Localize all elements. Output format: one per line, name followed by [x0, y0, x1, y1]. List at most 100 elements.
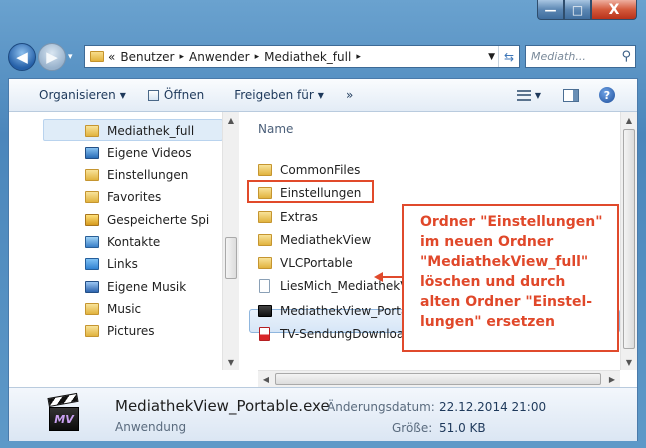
annotation-arrow-head: [374, 272, 383, 282]
file-list-item[interactable]: Extras: [258, 206, 318, 228]
open-button[interactable]: Öffnen: [147, 88, 205, 102]
forward-button[interactable]: ▶: [38, 43, 66, 71]
folder-icon: [258, 164, 272, 176]
explorer-content: Organisieren ▼ Öffnen Freigeben für ▼ » ▼ …: [8, 78, 638, 441]
recent-pages-dropdown[interactable]: ▾: [68, 52, 73, 62]
sidebar-item[interactable]: Links: [85, 253, 225, 275]
explorer-window: — □ X ◀ ▶ ▾ « Benutzer ▸ Anwender ▸ Medi…: [0, 0, 646, 448]
text-file-icon: [259, 279, 270, 293]
scroll-right-icon[interactable]: ▶: [604, 371, 620, 387]
scroll-thumb[interactable]: [225, 237, 237, 279]
sidebar-item[interactable]: Favorites: [85, 186, 225, 208]
app-icon-body: MV: [49, 407, 79, 431]
file-list-item[interactable]: VLCPortable: [258, 252, 353, 274]
preview-pane-button[interactable]: [563, 88, 579, 102]
folder-icon: [85, 325, 99, 337]
pdf-icon: [259, 327, 270, 341]
breadcrumb-separator-icon[interactable]: ▸: [180, 52, 185, 62]
search-input[interactable]: Mediath... ⚲: [525, 45, 636, 68]
folder-icon: [85, 191, 99, 203]
preview-pane-icon: [563, 88, 579, 102]
application-icon: MV: [47, 392, 81, 432]
breadcrumb-separator-icon[interactable]: ▸: [356, 52, 361, 62]
open-label: Öffnen: [163, 88, 205, 102]
file-name: VLCPortable: [280, 256, 353, 270]
back-button[interactable]: ◀: [8, 43, 36, 71]
breadcrumb-separator-icon[interactable]: ▸: [255, 52, 260, 62]
nav-pane-scrollbar[interactable]: ▲ ▼: [222, 112, 239, 370]
share-label: Freigeben für: [234, 88, 314, 102]
chevron-down-icon: ▼: [317, 90, 324, 100]
help-button[interactable]: ?: [599, 87, 615, 103]
address-bar[interactable]: « Benutzer ▸ Anwender ▸ Mediathek_full ▸…: [84, 45, 520, 68]
more-commands-button[interactable]: »: [346, 88, 353, 102]
refresh-icon[interactable]: ⇆: [498, 46, 519, 67]
sidebar-item[interactable]: Eigene Videos: [85, 142, 225, 164]
scroll-thumb[interactable]: [623, 129, 635, 349]
folder-icon: [85, 303, 99, 315]
scroll-up-icon[interactable]: ▲: [223, 112, 239, 128]
folder-icon: [85, 169, 99, 181]
callout-line: im neuen Ordner: [420, 234, 554, 250]
saved-games-icon: [85, 214, 99, 226]
maximize-button[interactable]: □: [564, 0, 591, 20]
scroll-down-icon[interactable]: ▼: [621, 354, 637, 370]
scroll-up-icon[interactable]: ▲: [621, 112, 637, 128]
address-history-dropdown[interactable]: ▼: [488, 52, 495, 62]
change-view-button[interactable]: ▼: [516, 89, 541, 101]
folder-icon: [258, 211, 272, 223]
breadcrumb-benutzer[interactable]: Benutzer: [120, 50, 174, 64]
navigation-pane: Mediathek_full Eigene Videos Einstellungen…: [9, 112, 239, 372]
scroll-thumb[interactable]: [275, 373, 601, 385]
breadcrumb-overflow[interactable]: «: [108, 50, 115, 64]
chevron-down-icon: ▼: [119, 90, 126, 100]
search-placeholder: Mediath...: [531, 50, 586, 63]
close-button[interactable]: X: [591, 0, 637, 20]
details-filename: MediathekView_Portable.exe: [115, 397, 330, 415]
callout-line: "MediathekView_full": [420, 254, 589, 270]
details-file-type: Anwendung: [115, 420, 187, 434]
scroll-down-icon[interactable]: ▼: [223, 354, 239, 370]
sidebar-item[interactable]: Gespeicherte Spi: [85, 209, 225, 231]
views-icon: [516, 89, 531, 101]
folder-icon: [258, 234, 272, 246]
sidebar-item[interactable]: Pictures: [85, 320, 225, 342]
file-list-item[interactable]: MediathekView: [258, 229, 371, 251]
exe-icon: [258, 305, 272, 317]
annotation-arrow: [382, 276, 404, 278]
details-size-label: Größe:: [392, 421, 433, 435]
sidebar-item[interactable]: Kontakte: [85, 231, 225, 253]
file-list-scrollbar[interactable]: ▲ ▼: [620, 112, 637, 370]
column-header-name[interactable]: Name: [258, 122, 293, 136]
scroll-left-icon[interactable]: ◀: [258, 371, 274, 387]
sidebar-item[interactable]: Einstellungen: [85, 164, 225, 186]
sidebar-item[interactable]: Eigene Musik: [85, 276, 225, 298]
breadcrumb-mediathek-full[interactable]: Mediathek_full: [264, 50, 351, 64]
sidebar-item[interactable]: Music: [85, 298, 225, 320]
search-icon[interactable]: ⚲: [621, 49, 631, 64]
sidebar-item-label: Links: [107, 257, 138, 271]
sidebar-item-label: Eigene Musik: [107, 280, 187, 294]
file-name: Extras: [280, 210, 318, 224]
sidebar-item[interactable]: Mediathek_full: [85, 120, 225, 142]
folder-icon: [90, 51, 104, 62]
file-list-item[interactable]: CommonFiles: [258, 159, 360, 181]
sidebar-item-label: Music: [107, 302, 142, 316]
sidebar-item-label: Mediathek_full: [107, 124, 195, 138]
clapperboard-icon: [47, 392, 79, 407]
share-menu[interactable]: Freigeben für ▼: [234, 88, 324, 102]
callout-line: lungen" ersetzen: [420, 314, 555, 330]
organize-menu[interactable]: Organisieren ▼: [39, 88, 126, 102]
breadcrumb-anwender[interactable]: Anwender: [189, 50, 250, 64]
details-modified-label: Änderungsdatum:: [327, 400, 435, 414]
navigation-bar: ◀ ▶ ▾ « Benutzer ▸ Anwender ▸ Mediathek_…: [0, 40, 646, 76]
chevron-down-icon: ▼: [534, 90, 541, 100]
minimize-button[interactable]: —: [537, 0, 564, 20]
open-icon: [147, 89, 159, 101]
annotation-callout: Ordner "Einstellungen" im neuen Ordner "…: [402, 204, 619, 352]
contacts-icon: [85, 236, 99, 248]
sidebar-item-label: Favorites: [107, 190, 162, 204]
organize-label: Organisieren: [39, 88, 116, 102]
sidebar-item-label: Kontakte: [107, 235, 161, 249]
file-list-horizontal-scrollbar[interactable]: ◀ ▶: [258, 370, 620, 387]
